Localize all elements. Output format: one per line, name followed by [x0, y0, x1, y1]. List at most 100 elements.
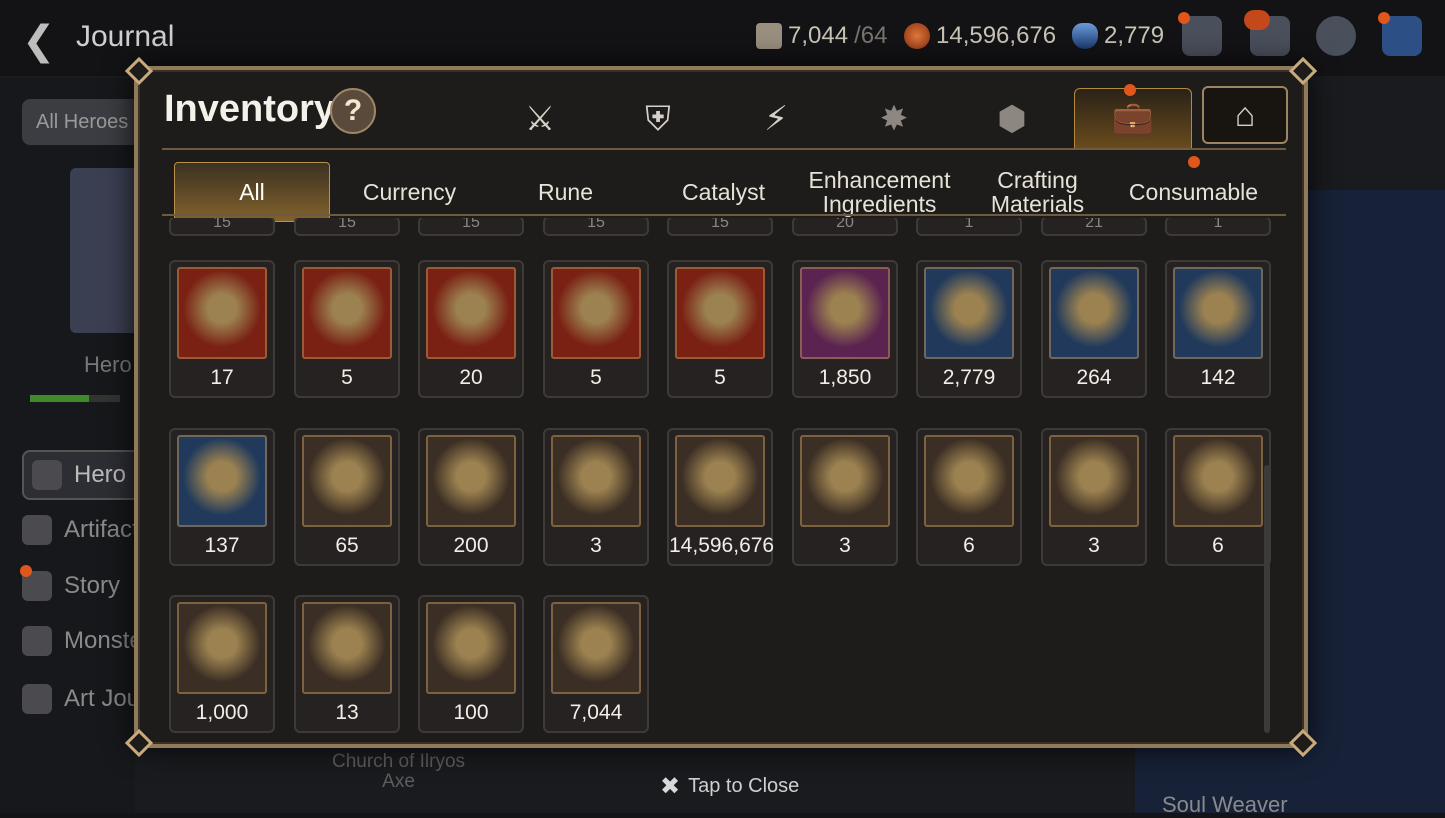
spirit-icon: ✸: [879, 100, 909, 138]
item-quantity: 100: [453, 701, 489, 724]
item-slot[interactable]: 20: [418, 260, 524, 398]
subtab-enhancement-ingredients[interactable]: Enhancement Ingredients: [802, 162, 957, 222]
green-heart-icon: [302, 435, 392, 527]
tab-spirit[interactable]: ✸: [844, 90, 944, 148]
item-slot[interactable]: 6: [1165, 428, 1271, 566]
church-line: Church of Ilryos: [332, 751, 466, 772]
notification-dot: [1378, 12, 1390, 24]
tree-rune-icon: [551, 267, 641, 359]
item-quantity: 5: [341, 366, 353, 389]
item-slot-partial[interactable]: 15: [294, 218, 400, 236]
mail-badge: [1244, 10, 1270, 30]
subtab-catalyst[interactable]: Catalyst: [646, 162, 801, 222]
menu-item-hero[interactable]: Hero: [22, 450, 142, 500]
pet-pouch-icon: [551, 435, 641, 527]
all-heroes-button[interactable]: All Heroes: [22, 99, 142, 145]
tap-to-close[interactable]: ✖ Tap to Close: [660, 772, 799, 801]
screen-title: Journal: [76, 20, 175, 53]
item-slot[interactable]: 5: [294, 260, 400, 398]
item-slot[interactable]: 2,779: [916, 260, 1022, 398]
gold-emblem-icon: [426, 435, 516, 527]
item-quantity: 1,850: [818, 366, 872, 389]
tab-cube[interactable]: ⬢: [962, 90, 1062, 148]
item-quantity: 21: [1085, 218, 1103, 231]
cube-icon: ⬢: [997, 100, 1027, 138]
item-quantity: 2,779: [942, 366, 996, 389]
item-slot-partial[interactable]: 21: [1041, 218, 1147, 236]
star-rune-icon: [1049, 267, 1139, 359]
item-slot[interactable]: 1,000: [169, 595, 275, 733]
item-slot-partial[interactable]: 15: [418, 218, 524, 236]
back-button[interactable]: ❮: [22, 18, 56, 64]
soul-weaver-label: Soul Weaver: [1162, 792, 1288, 817]
inventory-modal: Inventory ? ⚔ ⛨ ⚡ ✸ ⬢ 💼 ⌂ All Currency R…: [124, 56, 1318, 758]
item-slot[interactable]: 6: [916, 428, 1022, 566]
item-slot[interactable]: 100: [418, 595, 524, 733]
item-slot[interactable]: 3: [792, 428, 898, 566]
crystal-icon: [1072, 23, 1098, 49]
tab-bag[interactable]: 💼: [1074, 88, 1192, 150]
item-quantity: 3: [1088, 534, 1100, 557]
item-slot[interactable]: 5: [543, 260, 649, 398]
item-quantity: 3: [839, 534, 851, 557]
item-slot[interactable]: 3: [1041, 428, 1147, 566]
item-slot[interactable]: 7,044: [543, 595, 649, 733]
item-quantity: 17: [210, 366, 234, 389]
gold-value: 14,596,676: [936, 22, 1057, 49]
chess-knight-icon: [551, 602, 641, 694]
item-quantity: 20: [459, 366, 483, 389]
item-slot[interactable]: 142: [1165, 260, 1271, 398]
chat-icon[interactable]: [1316, 16, 1356, 56]
item-slot-partial[interactable]: 1: [916, 218, 1022, 236]
red-leaf-icon: [302, 602, 392, 694]
menu-item-artifact[interactable]: Artifact: [22, 515, 139, 545]
item-slot[interactable]: 1,850: [792, 260, 898, 398]
crystal-value: 2,779: [1104, 22, 1165, 49]
menu-item-monster[interactable]: Monster: [22, 626, 151, 656]
blue-crystal-icon: [924, 267, 1014, 359]
bracelet-icon: [426, 602, 516, 694]
item-slot-partial[interactable]: 15: [667, 218, 773, 236]
scrollbar[interactable]: [1264, 465, 1270, 733]
weapon-line: Axe: [382, 771, 415, 792]
item-slot[interactable]: 200: [418, 428, 524, 566]
item-slot[interactable]: 264: [1041, 260, 1147, 398]
item-quantity: 1: [1213, 218, 1223, 231]
item-slot[interactable]: 65: [294, 428, 400, 566]
menu-item-story[interactable]: Story: [22, 571, 120, 601]
item-slot-partial[interactable]: 1: [1165, 218, 1271, 236]
item-slot[interactable]: 3: [543, 428, 649, 566]
close-label: Tap to Close: [688, 775, 800, 797]
subtab-all[interactable]: All: [174, 162, 330, 222]
item-slot-partial[interactable]: 15: [543, 218, 649, 236]
tab-artifact[interactable]: ⛨: [608, 90, 708, 148]
subtab-consumable[interactable]: Consumable: [1116, 162, 1271, 222]
subtab-rune[interactable]: Rune: [488, 162, 643, 222]
skystone-icon: [756, 23, 782, 49]
item-slot[interactable]: 137: [169, 428, 275, 566]
notification-dot: [1178, 12, 1190, 24]
item-slot[interactable]: 5: [667, 260, 773, 398]
item-quantity: 5: [714, 366, 726, 389]
tab-equipment[interactable]: ⚔: [490, 90, 590, 148]
item-quantity: 20: [836, 218, 854, 231]
subtab-crafting-materials[interactable]: Crafting Materials: [960, 162, 1115, 222]
item-slot-partial[interactable]: 15: [169, 218, 275, 236]
tab-skill[interactable]: ⚡: [726, 90, 826, 148]
help-button[interactable]: ?: [330, 88, 376, 134]
skystone-suffix: /64: [854, 22, 888, 49]
item-quantity: 200: [453, 534, 489, 557]
subtab-currency[interactable]: Currency: [332, 162, 487, 222]
item-quantity: 137: [204, 534, 240, 557]
item-quantity: 1,000: [195, 701, 249, 724]
bag-icon: 💼: [1111, 100, 1155, 138]
item-slot-partial[interactable]: 20: [792, 218, 898, 236]
equipment-icon: ⚔: [524, 100, 556, 138]
tab-house[interactable]: ⌂: [1202, 86, 1288, 144]
item-slot[interactable]: 14,596,676: [667, 428, 774, 566]
artifact-icon: ⛨: [645, 99, 671, 138]
item-slot[interactable]: 17: [169, 260, 275, 398]
lava-orb-icon: [1173, 435, 1263, 527]
item-slot[interactable]: 13: [294, 595, 400, 733]
fist-badge-icon: [177, 602, 267, 694]
